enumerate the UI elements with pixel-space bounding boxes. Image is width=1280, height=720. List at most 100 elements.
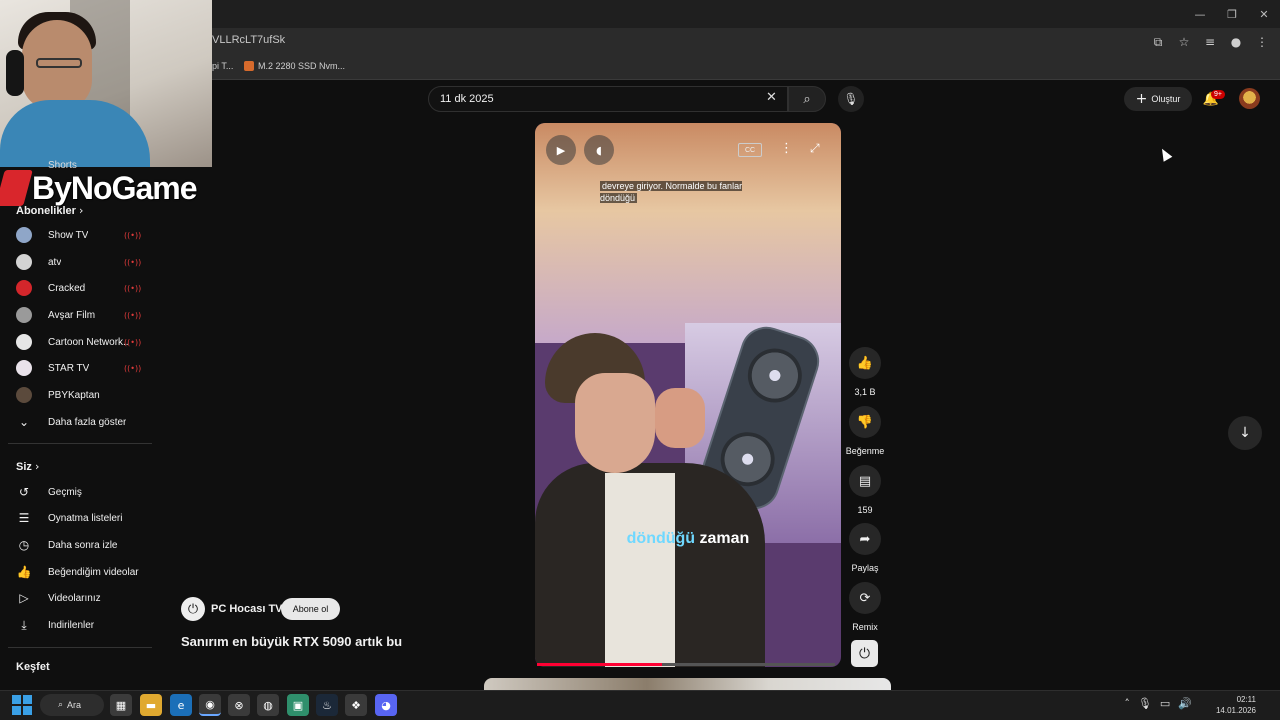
maximize-icon[interactable]: ❐: [1216, 0, 1248, 28]
edge-icon[interactable]: e: [170, 694, 192, 716]
sidebar-item-avsar-film[interactable]: Avşar Film ((•)): [0, 302, 152, 328]
sidebar-item-liked-videos[interactable]: 👍 Beğendiğim videolar: [0, 559, 152, 585]
search-button[interactable]: ⌕: [788, 86, 826, 112]
clock-icon: ◷: [18, 538, 30, 552]
sidebar-item-label: Avşar Film: [48, 309, 96, 321]
taskbar-search-label: Ara: [67, 700, 82, 710]
browser-menu-icon[interactable]: ⋮: [1252, 32, 1272, 52]
bookmark-item[interactable]: M.2 2280 SSD Nvm...: [244, 61, 345, 71]
sidebar-item-shorts[interactable]: Shorts: [48, 160, 77, 171]
windows-start-icon[interactable]: [12, 695, 32, 715]
bookmark-label: pi T...: [212, 61, 234, 71]
video-progress-bar[interactable]: [537, 663, 835, 666]
taskbar-widgets-icon[interactable]: ▦: [110, 694, 132, 716]
app-icon[interactable]: ◍: [257, 694, 279, 716]
caption-overlay: devreye giriyor. Normalde bu fanlar dönd…: [600, 180, 770, 204]
shorts-video-player[interactable]: [535, 123, 841, 667]
comment-icon[interactable]: ▤: [849, 465, 881, 497]
discord-icon[interactable]: ◕: [375, 694, 397, 716]
url-text[interactable]: VLLRcLT7ufSk: [212, 34, 285, 46]
sidebar-item-atv[interactable]: atv ((•)): [0, 249, 152, 275]
next-video-button[interactable]: ↓: [1228, 416, 1262, 450]
channel-avatar[interactable]: ⏻: [181, 597, 205, 621]
subscribe-button[interactable]: Abone ol: [281, 598, 340, 620]
caption-text: devreye giriyor. Normalde bu fanlar dönd…: [600, 181, 743, 203]
comments-action[interactable]: ▤ 159: [848, 465, 882, 515]
more-options-icon[interactable]: ⋮: [780, 141, 793, 156]
like-count: 3,1 B: [854, 387, 876, 397]
window-controls: — ❐ ✕: [1184, 0, 1280, 28]
channel-avatar-icon: [16, 280, 32, 296]
subtitle-highlight: döndüğü: [626, 530, 696, 547]
sidebar-item-watch-later[interactable]: ◷ Daha sonra izle: [0, 532, 152, 558]
sidebar-item-cartoon-network[interactable]: Cartoon Network... ((•)): [0, 329, 152, 355]
clock-date: 14.01.2026: [1215, 706, 1256, 715]
channel-thumbnail[interactable]: ⏻: [851, 640, 878, 667]
remix-action[interactable]: ⟳ Remix: [848, 582, 882, 632]
chrome-icon[interactable]: ◉: [199, 694, 221, 716]
volume-icon: ◖: [596, 143, 602, 157]
voice-search-button[interactable]: 🎙: [838, 86, 864, 112]
share-icon[interactable]: ➦: [849, 523, 881, 555]
video-title[interactable]: Sanırım en büyük RTX 5090 artık bu: [181, 634, 402, 649]
create-label: Oluştur: [1151, 94, 1181, 104]
sidebar-item-playlists[interactable]: ☰ Oynatma listeleri: [0, 505, 152, 531]
sidebar-item-label: Geçmiş: [48, 486, 82, 498]
notification-badge: 9+: [1211, 90, 1225, 99]
bookmark-star-icon[interactable]: ☆: [1174, 32, 1194, 52]
close-icon[interactable]: ✕: [1248, 0, 1280, 28]
taskbar-clock[interactable]: 02:11 14.01.2026: [1216, 694, 1256, 716]
clear-search-icon[interactable]: ✕: [766, 90, 777, 105]
remix-icon[interactable]: ⟳: [849, 582, 881, 614]
taskbar-search[interactable]: ⌕ Ara: [40, 694, 104, 716]
account-avatar[interactable]: [1239, 88, 1260, 109]
volume-icon[interactable]: 🔊: [1178, 697, 1192, 710]
mute-button[interactable]: ◖: [584, 135, 614, 165]
live-indicator-icon: ((•)): [124, 337, 142, 347]
install-icon[interactable]: ⧉: [1148, 32, 1168, 52]
create-button[interactable]: + Oluştur: [1124, 87, 1192, 111]
search-value[interactable]: 11 dk 2025: [440, 93, 494, 105]
dislike-action[interactable]: 👎 Beğenme: [846, 406, 884, 456]
minimize-icon[interactable]: —: [1184, 0, 1216, 28]
file-explorer-icon[interactable]: ▬: [140, 694, 162, 716]
arrow-down-icon: ↓: [1239, 425, 1251, 441]
sidebar-item-star-tv[interactable]: STAR TV ((•)): [0, 355, 152, 381]
you-heading[interactable]: Siz ›: [16, 460, 39, 473]
bookmark-item[interactable]: pi T...: [212, 61, 233, 71]
remix-label: Remix: [852, 622, 878, 632]
live-indicator-icon: ((•)): [124, 257, 142, 267]
show-more-button[interactable]: ⌄ Daha fazla göster: [0, 409, 152, 435]
app-icon[interactable]: ▣: [287, 694, 309, 716]
share-action[interactable]: ➦ Paylaş: [848, 523, 882, 573]
channel-avatar-icon: [16, 334, 32, 350]
channel-name[interactable]: PC Hocası TV: [211, 603, 283, 615]
media-control-icon[interactable]: ≡: [1200, 32, 1220, 52]
play-button[interactable]: ▶: [546, 135, 576, 165]
fullscreen-icon[interactable]: ⤢: [810, 141, 820, 156]
sidebar-item-pbykaptan[interactable]: PBYKaptan: [0, 382, 152, 408]
sidebar-item-your-videos[interactable]: ▷ Videolarınız: [0, 585, 152, 611]
thumbs-up-icon[interactable]: 👍: [849, 347, 881, 379]
captions-button[interactable]: CC: [738, 143, 762, 157]
thumbs-down-icon[interactable]: 👎: [849, 406, 881, 438]
sidebar-item-show-tv[interactable]: Show TV ((•)): [0, 222, 152, 248]
sidebar-item-cracked[interactable]: Cracked ((•)): [0, 275, 152, 301]
sidebar-item-label: Cartoon Network...: [48, 336, 128, 348]
microphone-icon[interactable]: 🎙: [1138, 697, 1152, 710]
display-icon[interactable]: ▭: [1160, 697, 1170, 710]
sidebar-item-downloads[interactable]: ⤓ İndirilenler: [0, 612, 152, 638]
sidebar-item-history[interactable]: ↺ Geçmiş: [0, 479, 152, 505]
logo-text: ByNoGame: [32, 169, 197, 206]
like-action[interactable]: 👍 3,1 B: [848, 347, 882, 397]
logo-mark-icon: [0, 170, 33, 206]
power-icon: ⏻: [187, 601, 199, 617]
address-bar-icons: ⧉ ☆ ≡ ● ⋮: [1148, 32, 1272, 52]
download-icon: ⤓: [21, 617, 27, 632]
profile-icon[interactable]: ●: [1226, 32, 1246, 52]
app-icon[interactable]: ❖: [345, 694, 367, 716]
chevron-up-icon[interactable]: ˄: [1124, 697, 1130, 710]
steam-icon[interactable]: ♨: [316, 694, 338, 716]
app-icon[interactable]: ⊗: [228, 694, 250, 716]
sidebar-item-label: Beğendiğim videolar: [48, 566, 139, 578]
